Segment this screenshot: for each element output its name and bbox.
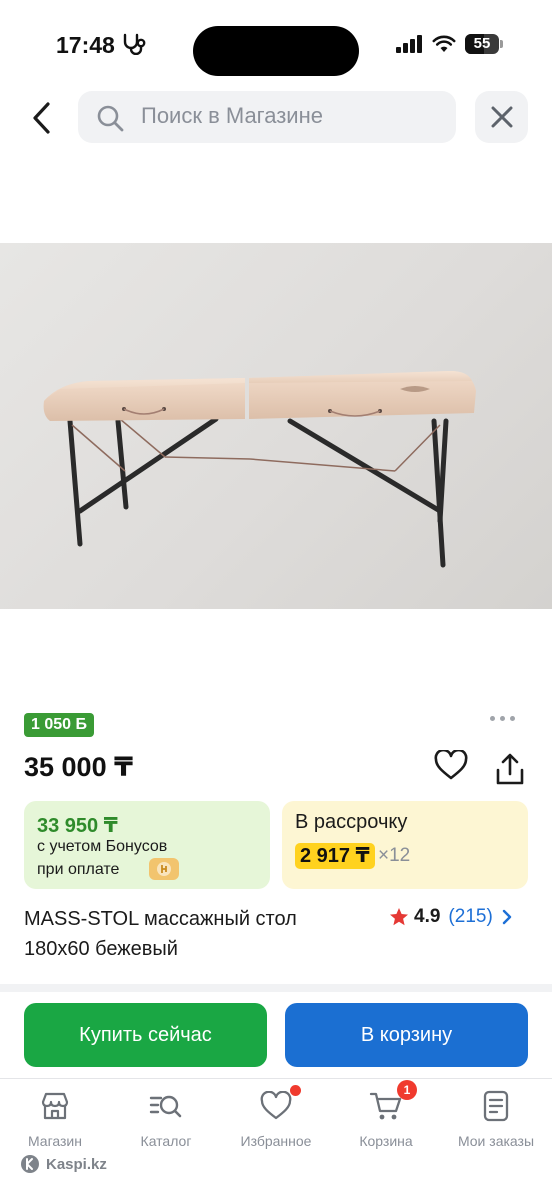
cart-icon: 1 — [369, 1080, 417, 1123]
installment-title: В рассрочку — [295, 811, 408, 833]
share-icon — [496, 753, 524, 785]
bonus-price-amount: 33 950 ₸ — [37, 815, 118, 837]
cellular-signal-icon — [396, 35, 422, 58]
installment-card[interactable]: В рассрочку 2 917 ₸ ×12 — [282, 801, 528, 889]
tab-orders-label: Мои заказы — [457, 1133, 535, 1149]
cart-count-badge: 1 — [397, 1080, 417, 1100]
kaspi-watermark: Kaspi.kz — [20, 1153, 107, 1175]
installment-monthly-amount: 2 917 ₸ — [295, 843, 375, 869]
close-button[interactable] — [475, 91, 528, 143]
back-button[interactable] — [22, 96, 62, 140]
tab-catalog-label: Каталог — [140, 1133, 192, 1149]
stethoscope-icon — [122, 33, 148, 60]
watermark-text: Kaspi.kz — [46, 1155, 107, 1173]
search-input[interactable]: Поиск в Магазине — [141, 103, 323, 129]
heart-icon — [259, 1085, 301, 1123]
tab-cart-label: Корзина — [359, 1133, 413, 1149]
tab-favorites-label: Избранное — [240, 1133, 312, 1149]
bonus-price-note-2: при оплате — [37, 861, 120, 878]
tab-shop[interactable]: Магазин — [0, 1089, 110, 1153]
review-count[interactable]: (215) — [448, 906, 492, 928]
wifi-icon — [432, 34, 456, 59]
heart-icon — [434, 748, 468, 780]
star-icon — [390, 908, 408, 926]
installment-term: ×12 — [378, 845, 411, 866]
tab-favorites[interactable]: Избранное — [221, 1085, 331, 1153]
search-field[interactable]: Поиск в Магазине — [78, 91, 456, 143]
tab-catalog[interactable]: Каталог — [111, 1089, 221, 1153]
share-button[interactable] — [494, 752, 526, 791]
catalog-search-icon — [149, 1089, 183, 1123]
bonus-price-card[interactable]: 33 950 ₸ с учетом Бонусов при оплате — [24, 801, 270, 889]
kaspi-logo-icon — [21, 1155, 39, 1173]
tab-shop-label: Магазин — [27, 1133, 82, 1149]
image-pagination-dots — [490, 716, 526, 726]
favorite-button[interactable] — [434, 748, 468, 785]
product-price: 35 000 ₸ — [24, 752, 133, 782]
search-icon — [96, 104, 124, 137]
orders-icon — [479, 1089, 513, 1123]
tab-bar: Магазин Каталог Избранное 1 Корзина Мои … — [0, 1078, 552, 1200]
battery-level: 55 — [473, 35, 491, 52]
chevron-right-icon — [502, 909, 511, 925]
close-icon — [491, 106, 512, 128]
status-time: 17:48 — [56, 32, 115, 58]
favorites-notification-dot — [290, 1085, 301, 1096]
bonus-price-note: с учетом Бонусов — [37, 838, 168, 855]
rating-value: 4.9 — [414, 906, 441, 927]
dynamic-island — [193, 26, 359, 76]
tab-orders[interactable]: Мои заказы — [441, 1089, 551, 1153]
tab-cart[interactable]: 1 Корзина — [331, 1080, 441, 1153]
rating-link[interactable]: 4.9 (215) — [389, 905, 512, 929]
shop-icon — [38, 1089, 72, 1123]
add-to-cart-button[interactable]: В корзину — [285, 1003, 528, 1067]
chevron-left-icon — [33, 102, 50, 134]
status-bar: 17:48 55 — [0, 0, 552, 88]
battery-icon: 55 — [465, 34, 503, 54]
product-title: MASS-STOL массажный стол 180х60 бежевый — [24, 908, 297, 960]
bonus-badge: 1 050 Б — [24, 713, 94, 737]
bonus-coin-icon — [149, 858, 179, 880]
section-divider — [0, 984, 552, 992]
product-image[interactable] — [0, 243, 552, 609]
buy-now-button[interactable]: Купить сейчас — [24, 1003, 267, 1067]
